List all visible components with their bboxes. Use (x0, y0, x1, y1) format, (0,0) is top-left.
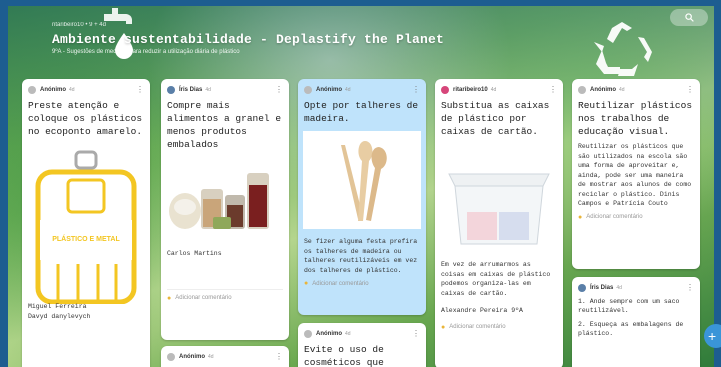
post-author: Anónimo (179, 354, 205, 360)
avatar (28, 86, 36, 94)
recycle-icon (594, 22, 652, 76)
post-time: 4d (490, 87, 497, 93)
more-options-icon[interactable]: ⋮ (412, 330, 420, 338)
post-card-1[interactable]: Anónimo 4d ⋮ Preste atenção e coloque os… (22, 79, 150, 367)
post-time: 4d (345, 87, 351, 93)
post-signature: Alexandre Pereira 9ºA (441, 307, 523, 314)
post-author: Anónimo (316, 331, 342, 337)
more-options-icon[interactable]: ⋮ (686, 86, 694, 94)
add-comment-label: Adicionar comentário (312, 280, 369, 287)
add-comment-label: Adicionar comentário (586, 214, 643, 220)
board-author-line: ritaribeiro10 • 9 + 4d (52, 22, 106, 28)
list-item: 2. Esqueça as embalagens de plástico. (578, 321, 684, 337)
lightbulb-icon: ● (304, 280, 309, 287)
post-card-6[interactable]: Anónimo 4d ⋮ (161, 346, 289, 367)
more-options-icon[interactable]: ⋮ (549, 86, 557, 94)
post-author: ritaribeiro10 (453, 87, 488, 93)
avatar (167, 353, 175, 361)
post-body: Reutilizar os plásticos que são utilizad… (578, 143, 692, 207)
wooden-cutlery-image (303, 131, 421, 229)
post-author: Íris Dias (590, 285, 614, 291)
board-subtitle: 9ºA - Sugestões de medidas para reduzir … (52, 49, 240, 55)
more-options-icon[interactable]: ⋮ (412, 86, 420, 94)
window-frame-top (0, 0, 721, 6)
post-title: Preste atenção e coloque os plásticos no… (28, 100, 143, 137)
lightbulb-icon: ● (167, 294, 172, 302)
avatar (578, 86, 586, 94)
window-frame-right (714, 0, 721, 367)
post-time: 4d (69, 87, 75, 93)
post-title: Reutilizar plásticos nos trabalhos de ed… (578, 100, 693, 137)
add-comment-label: Adicionar comentário (449, 324, 506, 330)
search-icon (684, 13, 694, 22)
add-comment-label: Adicionar comentário (175, 295, 232, 301)
add-comment-button[interactable]: ● Adicionar comentário (435, 324, 563, 331)
lightbulb-icon: ● (578, 213, 583, 221)
add-comment-button[interactable]: ● Adicionar comentário (298, 280, 426, 287)
avatar (304, 330, 312, 338)
post-body: Em vez de arrumarmos as coisas em caixas… (441, 261, 551, 297)
post-time: 4d (208, 354, 214, 360)
avatar (304, 86, 312, 94)
post-time: 4d (345, 331, 351, 337)
post-title: Substitua as caixas de plástico por caix… (441, 100, 550, 137)
more-options-icon[interactable]: ⋮ (686, 284, 694, 292)
post-author: Anónimo (40, 87, 66, 93)
add-comment-button[interactable]: ● Adicionar comentário (572, 214, 700, 221)
window-frame-left (0, 0, 8, 367)
post-card-3[interactable]: Anónimo 4d ⋮ Opte por talheres de madeir… (298, 79, 426, 315)
avatar (578, 284, 586, 292)
post-author: Anónimo (590, 87, 616, 93)
recycling-bin-image (35, 150, 137, 304)
post-card-5[interactable]: Anónimo 4d ⋮ Reutilizar plásticos nos tr… (572, 79, 700, 269)
board-header: ritaribeiro10 • 9 + 4d Ambiente sustenta… (52, 22, 444, 55)
post-author: Anónimo (316, 87, 342, 93)
bin-label: PLÁSTICO E METAL (52, 236, 120, 243)
post-card-7[interactable]: Anónimo 4d ⋮ Evite o uso de cosméticos q… (298, 323, 426, 367)
post-body: Miguel Ferreira Davyd danylevych (28, 303, 91, 320)
more-options-icon[interactable]: ⋮ (275, 353, 283, 361)
more-options-icon[interactable]: ⋮ (136, 86, 144, 94)
list-item: 1. Ande sempre com um saco reutilizável. (578, 298, 680, 314)
lightbulb-icon: ● (441, 323, 446, 331)
post-title: Compre mais alimentos a granel e menos p… (167, 100, 282, 150)
post-title: Evite o uso de cosméticos que (304, 344, 384, 367)
post-time: 4d (619, 87, 625, 93)
add-comment-button[interactable]: ● Adicionar comentário (161, 295, 289, 302)
avatar (441, 86, 449, 94)
search-button[interactable] (670, 9, 708, 26)
post-time: 4d (205, 87, 211, 93)
numbered-list: 1. Ande sempre com um saco reutilizável.… (572, 295, 700, 338)
board-title: Ambiente sustentabilidade - Deplastify t… (52, 32, 445, 47)
post-card-2[interactable]: Íris Dias 4d ⋮ Compre mais alimentos a g… (161, 79, 289, 340)
plastic-box-image (448, 173, 550, 245)
post-card-8[interactable]: Íris Dias 4d ⋮ 1. Ande sempre com um sac… (572, 277, 700, 367)
post-title: Opte por talheres de madeira. (304, 100, 419, 124)
add-post-button[interactable]: + (704, 324, 721, 348)
post-author: Íris Dias (179, 87, 203, 93)
bulk-food-jars-image (169, 173, 269, 229)
more-options-icon[interactable]: ⋮ (275, 86, 283, 94)
post-body: Carlos Martins (167, 250, 222, 257)
post-time: 4d (616, 285, 622, 291)
post-body: Se fizer alguma festa prefira os talhere… (304, 238, 418, 274)
post-card-4[interactable]: ritaribeiro10 4d ⋮ Substitua as caixas d… (435, 79, 563, 367)
avatar (167, 86, 175, 94)
